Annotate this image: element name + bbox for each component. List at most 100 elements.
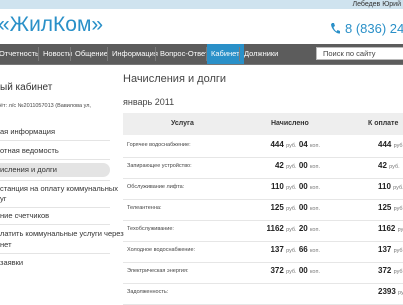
charged-rub: 110 <box>270 182 284 191</box>
currency-rub-label: руб. <box>389 164 400 170</box>
user-name-link[interactable]: Лебедев Юрий <box>352 0 401 9</box>
currency-rub-label: руб. <box>286 227 297 233</box>
charged-amount: 444 руб. 04 коп. <box>270 140 320 149</box>
charged-kop: 20 <box>298 224 308 233</box>
charged-amount: 125 руб. 00 коп. <box>270 203 320 212</box>
sidebar-divider <box>0 159 110 160</box>
currency-kop-label: коп. <box>309 227 320 233</box>
charged-amount: 137 руб. 66 коп. <box>270 245 320 254</box>
currency-kop-label: коп. <box>309 248 320 254</box>
sidebar-item-meters[interactable]: ние счетчиков <box>0 211 49 220</box>
service-name: Горячее водоснабжение: <box>127 142 191 148</box>
currency-kop-label: коп. <box>309 185 320 191</box>
sidebar-item-receipt-cont[interactable]: уг <box>0 194 7 203</box>
service-name: Электрическая энергия: <box>127 268 189 274</box>
charged-rub: 372 <box>270 266 284 275</box>
charged-kop: 00 <box>298 266 308 275</box>
service-name: Запирающее устройство: <box>127 163 192 169</box>
to-pay-amount: 1162 руб. <box>378 224 403 233</box>
charged-amount: 42 руб. 00 коп. <box>275 161 320 170</box>
column-header-to-pay: К оплате <box>368 120 399 127</box>
table-row: Горячее водоснабжение: 444 руб. 04 коп. 44… <box>123 135 403 158</box>
to-pay-amount: 2393 руб. <box>378 287 403 296</box>
sidebar-divider <box>0 253 110 254</box>
table-row: Запирающее устройство: 42 руб. 00 коп. 42 … <box>123 156 403 179</box>
currency-rub-label: руб. <box>393 143 403 149</box>
charged-rub: 42 <box>274 161 284 170</box>
charged-kop: 66 <box>298 245 308 254</box>
charged-rub: 1162 <box>266 224 284 233</box>
table-row: Обслуживание лифта: 110 руб. 00 коп. 110 р… <box>123 177 403 200</box>
currency-kop-label: коп. <box>309 269 320 275</box>
to-pay-amount: 42 руб. <box>378 161 400 170</box>
currency-rub-label: руб. <box>393 206 403 212</box>
sidebar-divider <box>0 207 110 208</box>
currency-rub-label: руб. <box>393 185 403 191</box>
charged-amount: 110 руб. 00 коп. <box>271 182 320 191</box>
currency-kop-label: коп. <box>309 206 320 212</box>
charged-amount: 1162 руб. 20 коп. <box>266 224 320 233</box>
sidebar-divider <box>0 224 110 225</box>
column-header-charged: Начислено <box>271 120 309 127</box>
currency-rub-label: руб. <box>286 206 297 212</box>
charged-rub: 137 <box>270 245 284 254</box>
currency-rub-label: руб. <box>393 269 403 275</box>
page-title: Начисления и долги <box>123 73 227 85</box>
nav-item-information[interactable]: Информация <box>112 44 158 64</box>
charged-rub: 444 <box>270 140 284 149</box>
nav-separator <box>155 47 156 61</box>
currency-rub-label: руб. <box>286 164 297 170</box>
phone-text: 8 (836) 249- <box>345 21 403 36</box>
table-header: Услуга Начислено К оплате <box>123 113 403 135</box>
search-input[interactable]: Поиск по сайту <box>316 47 403 60</box>
nav-item-qa[interactable]: Вопрос-Ответ <box>160 44 208 64</box>
to-pay-rub: 444 <box>378 140 392 149</box>
sidebar-item-pay-online[interactable]: латить коммунальные услуги через <box>0 229 124 238</box>
sidebar-item-statement[interactable]: отная ведомость <box>0 146 59 155</box>
sidebar-title: ый кабинет <box>0 82 53 93</box>
phone-number: 8 (836) 249- <box>330 21 403 36</box>
sidebar-item-requests[interactable]: заявки <box>0 258 23 267</box>
to-pay-rub: 137 <box>378 245 392 254</box>
account-info: ёт: л/с №2011057013 (Вавилова ул, <box>0 103 91 109</box>
currency-kop-label: коп. <box>309 143 320 149</box>
sidebar-item-pay-online-cont[interactable]: нет <box>0 240 12 249</box>
service-name: Задолженность: <box>127 289 169 295</box>
column-header-service: Услуга <box>171 120 194 127</box>
to-pay-rub: 1162 <box>378 224 396 233</box>
to-pay-amount: 444 руб. <box>378 140 403 149</box>
service-name: Техобслуживание: <box>127 226 174 232</box>
service-name: Холодное водоснабжение: <box>127 247 196 253</box>
sidebar-item-general-info[interactable]: ая информация <box>0 127 55 136</box>
currency-rub-label: руб. <box>286 269 297 275</box>
nav-separator <box>107 47 108 61</box>
to-pay-amount: 137 руб. <box>378 245 403 254</box>
currency-rub-label: руб. <box>393 248 403 254</box>
table-row: Телеантенна: 125 руб. 00 коп. 125 руб. <box>123 198 403 221</box>
charged-kop: 04 <box>298 140 308 149</box>
sidebar-item-charges[interactable]: исления и долги <box>0 163 110 177</box>
currency-rub-label: руб. <box>397 227 403 233</box>
charged-kop: 00 <box>298 161 308 170</box>
nav-item-news[interactable]: Новости <box>43 44 72 64</box>
service-name: Телеантенна: <box>127 205 162 211</box>
sidebar-divider <box>0 180 110 181</box>
charged-amount: 372 руб. 00 коп. <box>270 266 320 275</box>
nav-item-reports[interactable]: Отчетность <box>0 44 39 64</box>
nav-item-debtors[interactable]: Должники <box>244 44 278 64</box>
currency-rub-label: руб. <box>286 248 297 254</box>
nav-separator <box>239 47 240 61</box>
nav-item-communication[interactable]: Общение <box>75 44 108 64</box>
to-pay-amount: 110 руб. <box>378 182 403 191</box>
charged-kop: 00 <box>298 203 308 212</box>
table-row: Техобслуживание: 1162 руб. 20 коп. 1162 ру… <box>123 219 403 242</box>
to-pay-rub: 125 <box>378 203 392 212</box>
currency-kop-label: коп. <box>309 164 320 170</box>
table-row: Холодное водоснабжение: 137 руб. 66 коп. 1… <box>123 240 403 263</box>
top-bar: Лебедев Юрий <box>0 0 403 9</box>
charged-kop: 00 <box>298 182 308 191</box>
site-logo[interactable]: «ЖилКом» <box>0 13 103 37</box>
nav-separator <box>38 47 39 61</box>
to-pay-rub: 2393 <box>378 287 396 296</box>
sidebar-item-receipt[interactable]: станция на оплату коммунальных <box>0 184 118 193</box>
